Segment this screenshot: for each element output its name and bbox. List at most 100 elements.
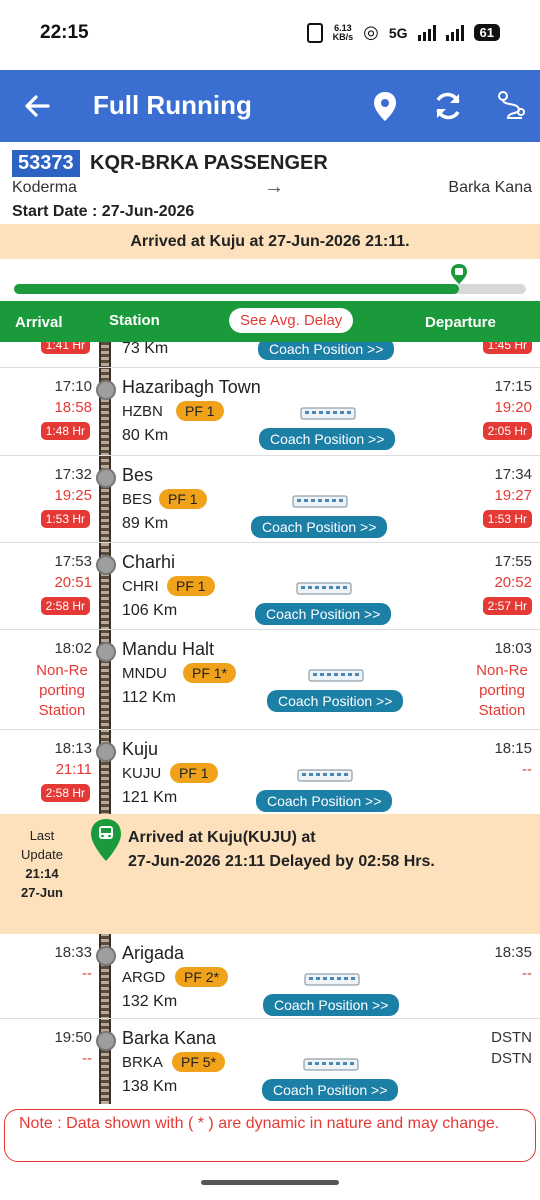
- arrival-delay-badge: 1:53 Hr: [40, 510, 90, 528]
- station-row[interactable]: 18:02 Non-Re porting Station Mandu Halt …: [0, 630, 540, 730]
- station-row[interactable]: 17:53 20:51 2:58 Hr Charhi CHRI PF 1 106…: [0, 543, 540, 630]
- station-km: 89 Km: [122, 515, 169, 532]
- coach-position-button[interactable]: Coach Position >>: [255, 603, 392, 625]
- arrow-right-icon: →: [264, 176, 284, 198]
- scheduled-departure: 17:55: [494, 553, 532, 570]
- departure-delay-badge: 1:45 Hr: [482, 342, 532, 354]
- station-dot: [96, 468, 116, 488]
- non-reporting-arrival: Non-Re porting Station: [30, 661, 94, 721]
- progress-fill: [14, 284, 459, 294]
- station-row[interactable]: 19:50 -- Barka Kana BRKA PF 5* 138 Km Co…: [0, 1019, 540, 1104]
- station-dot: [96, 946, 116, 966]
- actual-departure: 19:20: [494, 399, 532, 416]
- station-name: Mandu Halt: [122, 639, 215, 659]
- train-marker-icon: [451, 264, 467, 284]
- back-arrow-icon[interactable]: [22, 88, 52, 124]
- actual-arrival: --: [82, 1050, 92, 1067]
- station-dot: [96, 380, 116, 400]
- platform-badge: PF 1: [167, 576, 215, 596]
- actual-departure: 20:52: [494, 574, 532, 591]
- station-name: Kuju: [122, 739, 159, 759]
- vibrate-icon: [306, 22, 323, 43]
- station-code: BRKA: [122, 1054, 163, 1071]
- coach-train-icon: [297, 769, 353, 782]
- scheduled-departure: DSTN: [491, 1029, 532, 1046]
- station-name: Barka Kana: [122, 1028, 217, 1048]
- actual-arrival: 19:25: [54, 487, 92, 504]
- last-update-message: Arrived at Kuju(KUJU) at 27-Jun-2026 21:…: [128, 826, 435, 874]
- nonrep-line: porting: [479, 682, 525, 699]
- actual-departure: --: [522, 965, 532, 982]
- last-update-label-2: Update: [21, 847, 63, 862]
- coach-position-button[interactable]: Coach Position >>: [256, 790, 393, 812]
- arrival-delay-badge: 2:58 Hr: [40, 597, 90, 615]
- station-row[interactable]: 18:13 21:11 2:58 Hr Kuju KUJU PF 1 121 K…: [0, 730, 540, 814]
- platform-badge: PF 1*: [183, 663, 237, 683]
- station-row[interactable]: 17:32 19:25 1:53 Hr Bes BES PF 1 89 Km C…: [0, 456, 540, 543]
- dynamic-data-note: Note : Data shown with ( * ) are dynamic…: [4, 1109, 536, 1162]
- coach-position-button[interactable]: Coach Position >>: [267, 690, 404, 712]
- route-map-icon[interactable]: [494, 88, 530, 124]
- platform-badge: PF 2*: [175, 967, 229, 987]
- last-update-label-1: Last: [29, 828, 55, 843]
- station-dot: [96, 1031, 116, 1051]
- signal-icon: [417, 24, 436, 41]
- home-indicator[interactable]: [201, 1180, 339, 1185]
- status-icons: 6.13 KB/s ◎ 5G 61: [306, 22, 500, 43]
- coach-train-icon: [292, 495, 348, 508]
- refresh-icon[interactable]: [430, 88, 466, 124]
- location-pin-icon[interactable]: [367, 88, 403, 124]
- current-location-train-icon: [91, 819, 121, 861]
- scheduled-arrival: 19:50: [54, 1029, 92, 1046]
- last-update-time: 21:14: [25, 866, 59, 881]
- net-speed: 6.13 KB/s: [332, 23, 354, 42]
- journey-progress: [0, 262, 540, 298]
- coach-position-button[interactable]: Coach Position >>: [263, 994, 400, 1016]
- coach-position-button[interactable]: Coach Position >>: [262, 1079, 399, 1101]
- station-code: MNDU: [122, 665, 167, 682]
- platform-badge: PF 1: [170, 763, 218, 783]
- scheduled-departure: 17:34: [494, 466, 532, 483]
- station-row-partial: 1:41 Hr 73 Km Coach Position >> 1:45 Hr: [0, 342, 540, 368]
- station-list[interactable]: 1:41 Hr 73 Km Coach Position >> 1:45 Hr …: [0, 342, 540, 1104]
- network-type: 5G: [388, 24, 408, 41]
- nonrep-line: porting: [39, 682, 85, 699]
- col-departure: Departure: [425, 314, 496, 331]
- signal-icon-2: [445, 24, 464, 41]
- station-row[interactable]: 17:10 18:58 1:48 Hr Hazaribagh Town HZBN…: [0, 368, 540, 456]
- app-bar: Full Running: [0, 70, 540, 142]
- platform-badge: PF 1: [159, 489, 207, 509]
- station-dot: [96, 555, 116, 575]
- scheduled-arrival: 17:10: [54, 378, 92, 395]
- last-update-line-2: 27-Jun-2026 21:11 Delayed by 02:58 Hrs.: [128, 853, 435, 870]
- station-dot: [96, 742, 116, 762]
- coach-train-icon: [308, 669, 364, 682]
- station-km: 138 Km: [122, 1078, 178, 1095]
- coach-position-button[interactable]: Coach Position >>: [259, 428, 396, 450]
- station-name: Charhi: [122, 552, 176, 572]
- station-code: ARGD: [122, 969, 166, 986]
- status-bar: 22:15 6.13 KB/s ◎ 5G 61: [0, 0, 540, 70]
- scheduled-departure: 18:15: [494, 740, 532, 757]
- actual-arrival: 20:51: [54, 574, 92, 591]
- scheduled-arrival: 17:32: [54, 466, 92, 483]
- destination-station: Barka Kana: [448, 179, 532, 196]
- origin-station: Koderma: [12, 179, 77, 196]
- coach-position-button[interactable]: Coach Position >>: [251, 516, 388, 538]
- arrival-delay-badge: 1:41 Hr: [40, 342, 90, 354]
- actual-departure: DSTN: [491, 1050, 532, 1067]
- platform-badge: PF 1: [176, 401, 224, 421]
- coach-position-button[interactable]: Coach Position >>: [258, 342, 395, 360]
- train-number: 53373: [12, 150, 80, 177]
- station-row[interactable]: 18:33 -- Arigada ARGD PF 2* 132 Km Coach…: [0, 934, 540, 1019]
- coach-train-icon: [304, 973, 360, 986]
- net-speed-unit: KB/s: [332, 31, 354, 42]
- platform-badge: PF 5*: [172, 1052, 226, 1072]
- avg-delay-button[interactable]: See Avg. Delay: [229, 308, 354, 333]
- status-time: 22:15: [40, 22, 89, 43]
- col-arrival: Arrival: [15, 314, 63, 331]
- coach-train-icon: [300, 407, 356, 420]
- scheduled-arrival: 18:33: [54, 944, 92, 961]
- column-header: Arrival Station See Avg. Delay Departure: [0, 301, 540, 342]
- station-km: 80 Km: [122, 427, 169, 444]
